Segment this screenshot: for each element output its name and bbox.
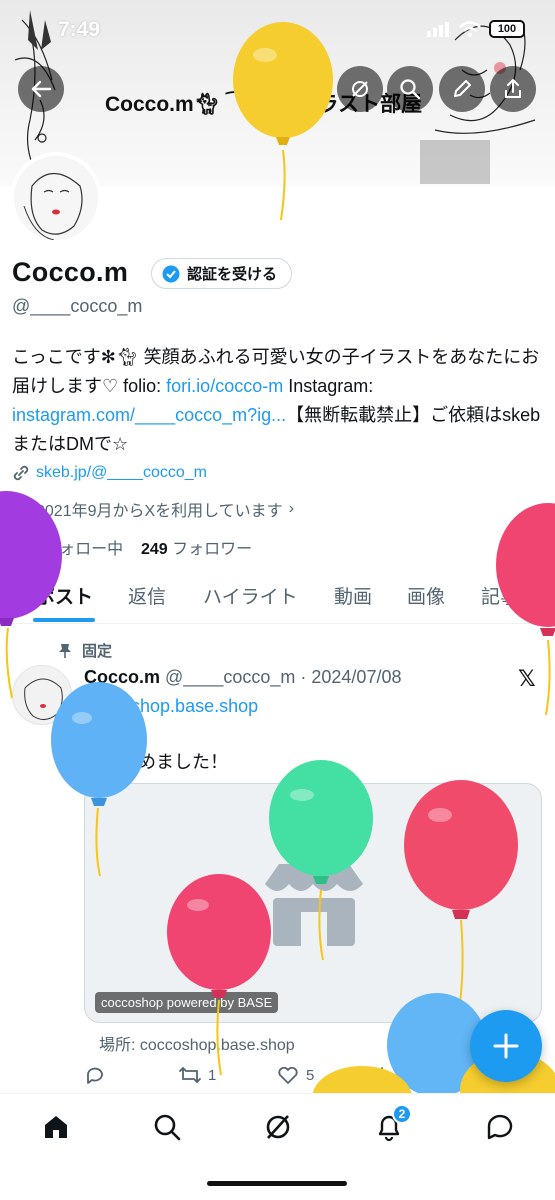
post-header: Cocco.m @____cocco_m · 2024/07/08 [84,667,401,688]
website-row: skeb.jp/@____cocco_m [12,464,207,482]
pin-icon [59,643,71,658]
tab-replies[interactable]: 返信 [128,582,166,609]
home-indicator [207,1181,347,1186]
verified-badge-icon [162,265,180,282]
link-card[interactable]: coccoshop powered by BASE [84,783,542,1023]
edit-button[interactable] [439,66,485,112]
plus-icon [493,1033,519,1059]
pinned-label: 固定 [58,640,112,661]
post-actions: 1 5 534 [84,1064,544,1090]
share-button[interactable] [490,66,536,112]
post-text: 通販始めました！ [84,752,228,772]
like-button[interactable]: 5 [276,1064,314,1086]
nav-messages[interactable] [483,1110,517,1144]
compose-button[interactable] [470,1010,542,1082]
status-bar: 7:49 100 [0,0,555,62]
website-link[interactable]: skeb.jp/@____cocco_m [36,464,207,482]
followers-count: 249 [140,541,168,558]
grok-button[interactable] [337,66,383,112]
back-arrow-icon [31,80,52,98]
get-verified-label: 認証を受ける [187,266,278,283]
profile-bio: こっこです✻🐈︎︎ 笑顔あふれる可愛い女の子イラストをあなたにお届けします♡ f… [12,343,547,459]
joined-date: 2021年9月からXを利用しています [36,503,283,520]
like-count: 5 [306,1066,315,1084]
profile-avatar[interactable] [10,152,102,244]
chevron-right-icon: › [288,500,295,517]
tab-media[interactable]: 画像 [407,582,445,609]
profile-tabs: ポスト 返信 ハイライト 動画 画像 記事 [0,570,555,624]
views-icon [376,1067,393,1082]
profile-name: Cocco.m [12,257,129,287]
edit-icon [454,80,471,97]
tab-articles[interactable]: 記事 [481,582,519,609]
signal-icon [427,22,449,37]
follow-stats: 237 フォロー中 249 フォロワー [12,535,252,559]
nav-home[interactable] [39,1110,73,1144]
like-icon [278,1066,298,1084]
get-verified-button[interactable]: 認証を受ける [151,258,293,289]
back-button[interactable] [18,66,64,112]
status-icons: 100 [427,20,525,38]
card-tag: coccoshop powered by BASE [95,992,279,1013]
retweet-count: 1 [208,1066,217,1084]
search-icon [154,1114,181,1141]
reply-button[interactable] [84,1064,106,1086]
post-avatar-illustration [24,678,63,720]
grok-icon [266,1115,290,1139]
tab-videos[interactable]: 動画 [334,582,372,609]
profile-handle: @____cocco_m [12,296,143,316]
avatar-illustration [14,156,98,240]
following-link[interactable]: 237 フォロー中 [12,541,123,558]
bio-text-2: Instagram: [283,376,374,396]
views-count: 534 [400,1065,426,1083]
active-tab-indicator [33,618,95,622]
shop-icon [265,864,363,946]
followers-link[interactable]: 249 フォロワー [141,541,252,558]
reply-icon [87,1067,103,1084]
joined-row[interactable]: 2021年9月からXを利用しています › [12,497,294,521]
retweet-button[interactable]: 1 [178,1064,216,1086]
nav-grok[interactable] [261,1110,295,1144]
calendar-icon [13,502,29,517]
grok-icon [352,81,368,97]
nav-search[interactable] [150,1110,184,1144]
following-count: 237 [12,541,39,558]
bio-link-folio[interactable]: fori.io/cocco-m [166,376,283,396]
nav-notifications[interactable]: 2 [372,1104,412,1144]
post-avatar[interactable] [12,665,72,725]
battery-indicator: 100 [489,20,525,38]
retweet-icon [179,1066,201,1084]
followers-label: フォロワー [172,541,253,558]
link-icon [13,465,29,481]
bio-link-instagram[interactable]: instagram.com/____cocco_m?ig... [12,405,286,425]
x-logo-icon: 𝕏 [518,666,536,691]
tab-posts[interactable]: ポスト [36,582,93,609]
pinned-text: 固定 [82,643,113,660]
search-icon [400,79,421,100]
notification-badge: 2 [392,1104,412,1124]
tab-highlights[interactable]: ハイライト [203,582,298,609]
post-author[interactable]: Cocco.m [84,667,160,687]
following-label: フォロー中 [43,541,124,558]
post-handle-date: @____cocco_m · 2024/07/08 [165,667,402,687]
search-button[interactable] [387,66,433,112]
wifi-icon [459,21,481,37]
card-caption: 場所: coccoshop.base.shop [99,1037,295,1054]
messages-icon [487,1114,513,1140]
share-icon [505,78,521,98]
top-nav: Cocco.m🐈︎︎ ︎︎⁀ ︎︎🍥のイラスト部屋 [0,66,555,116]
home-icon [45,1116,67,1138]
views-button[interactable]: 534 [374,1064,425,1084]
post-link[interactable]: coccoshop.base.shop [84,696,258,717]
status-time: 7:49 [58,18,101,41]
